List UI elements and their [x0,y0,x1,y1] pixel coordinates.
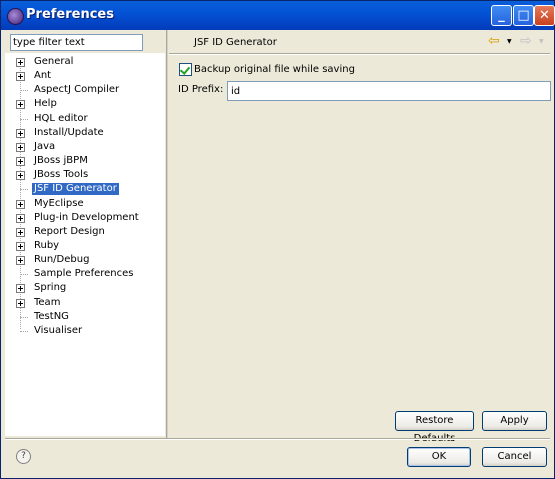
tree-item-label[interactable]: Ant [32,70,53,82]
tree-item-label[interactable]: Team [32,297,62,309]
id-prefix-input[interactable] [227,81,551,101]
tree-item[interactable]: JBoss jBPM [5,154,165,168]
tree-item-label[interactable]: Install/Update [32,127,106,139]
tree-connector [20,274,28,276]
tree-item[interactable]: MyEclipse [5,197,165,211]
title-bar[interactable]: Preferences _ □ ✕ [1,1,555,30]
id-prefix-label: ID Prefix: [178,84,224,95]
tree-item[interactable]: HQL editor [5,112,165,126]
tree-item[interactable]: Plug-in Development [5,211,165,225]
expand-plus-icon[interactable] [16,284,25,294]
tree-item[interactable]: Install/Update [5,126,165,140]
close-button[interactable]: ✕ [534,5,555,26]
expand-plus-icon[interactable] [16,199,25,209]
tree-item[interactable]: TestNG [5,310,165,324]
cancel-button[interactable]: Cancel [482,447,547,467]
preference-tree-pane: General Ant AspectJ Compiler Help HQL editor… [5,53,165,436]
expand-plus-icon[interactable] [16,298,25,308]
tree-item-label[interactable]: JBoss jBPM [32,155,90,167]
tree-item[interactable]: AspectJ Compiler [5,83,165,97]
tree-item-label[interactable]: General [32,56,75,68]
back-arrow-icon[interactable]: ⇦ [488,34,500,48]
tree-item[interactable]: Report Design [5,225,165,239]
checkmark-icon [179,64,191,75]
tree-item[interactable]: Sample Preferences [5,267,165,281]
backup-checkbox[interactable] [179,63,192,76]
minimize-button[interactable]: _ [491,5,512,26]
restore-defaults-button[interactable]: Restore Defaults [395,411,474,444]
tree-item-label[interactable]: JSF ID Generator [32,183,119,196]
expand-plus-icon[interactable] [16,171,25,181]
pane-divider[interactable] [166,30,168,438]
filter-input[interactable] [10,34,143,51]
expand-plus-icon[interactable] [16,213,25,223]
tree-item[interactable]: Help [5,97,165,111]
tree-item[interactable]: Run/Debug [5,253,165,267]
expand-plus-icon[interactable] [16,142,25,152]
tree-item[interactable]: Team [5,296,165,310]
tree-item-label[interactable]: Visualiser [32,325,84,337]
tree-item-label[interactable]: Run/Debug [32,254,91,266]
tree-item[interactable]: JBoss Tools [5,168,165,182]
backup-checkbox-label[interactable]: Backup original file while saving [194,64,355,75]
forward-history-dropdown-icon[interactable]: ▼ [539,38,544,45]
forward-arrow-icon[interactable]: ⇨ [520,34,532,48]
help-icon[interactable]: ? [16,449,31,464]
tree-item-label[interactable]: Sample Preferences [32,268,136,280]
expand-plus-icon[interactable] [16,72,25,82]
tree-item[interactable]: Ruby [5,239,165,253]
tree-item-label[interactable]: Java [32,141,57,153]
apply-button[interactable]: Apply [482,411,547,431]
footer-separator [5,438,550,440]
tree-connector [20,189,28,191]
tree-item-label[interactable]: Plug-in Development [32,212,141,224]
tree-connector [20,316,28,318]
tree-item[interactable]: Ant [5,69,165,83]
preferences-window: Preferences _ □ ✕ General Ant AspectJ Comp… [0,0,555,479]
tree-item[interactable]: JSF ID Generator [5,182,165,196]
expand-plus-icon[interactable] [16,157,25,167]
tree-connector [20,118,28,120]
page-title: JSF ID Generator [194,37,277,48]
expand-plus-icon[interactable] [16,256,25,266]
tree-item-label[interactable]: MyEclipse [32,198,86,210]
tree-connector [20,90,28,92]
tree-item[interactable]: General [5,55,165,69]
tree-item-label[interactable]: Report Design [32,226,107,238]
tree-item-label[interactable]: JBoss Tools [32,169,90,181]
tree-item[interactable]: Java [5,140,165,154]
tree-connector [20,330,28,332]
tree-item-label[interactable]: TestNG [32,311,71,323]
expand-plus-icon[interactable] [16,58,25,67]
ok-button[interactable]: OK [407,447,471,467]
tree-item-label[interactable]: Spring [32,282,68,294]
expand-plus-icon[interactable] [16,227,25,237]
tree-item[interactable]: Spring [5,281,165,295]
back-history-dropdown-icon[interactable]: ▼ [507,38,512,45]
maximize-button[interactable]: □ [513,5,534,26]
expand-plus-icon[interactable] [16,241,25,251]
expand-plus-icon[interactable] [16,100,25,110]
header-separator [169,53,550,55]
tree-item-label[interactable]: AspectJ Compiler [32,84,121,96]
tree-item-label[interactable]: Help [32,98,59,110]
expand-plus-icon[interactable] [16,128,25,138]
tree-item-label[interactable]: Ruby [32,240,61,252]
tree-item-label[interactable]: HQL editor [32,113,90,125]
window-title: Preferences [26,7,114,22]
tree-item[interactable]: Visualiser [5,324,165,338]
eclipse-icon [7,8,24,25]
